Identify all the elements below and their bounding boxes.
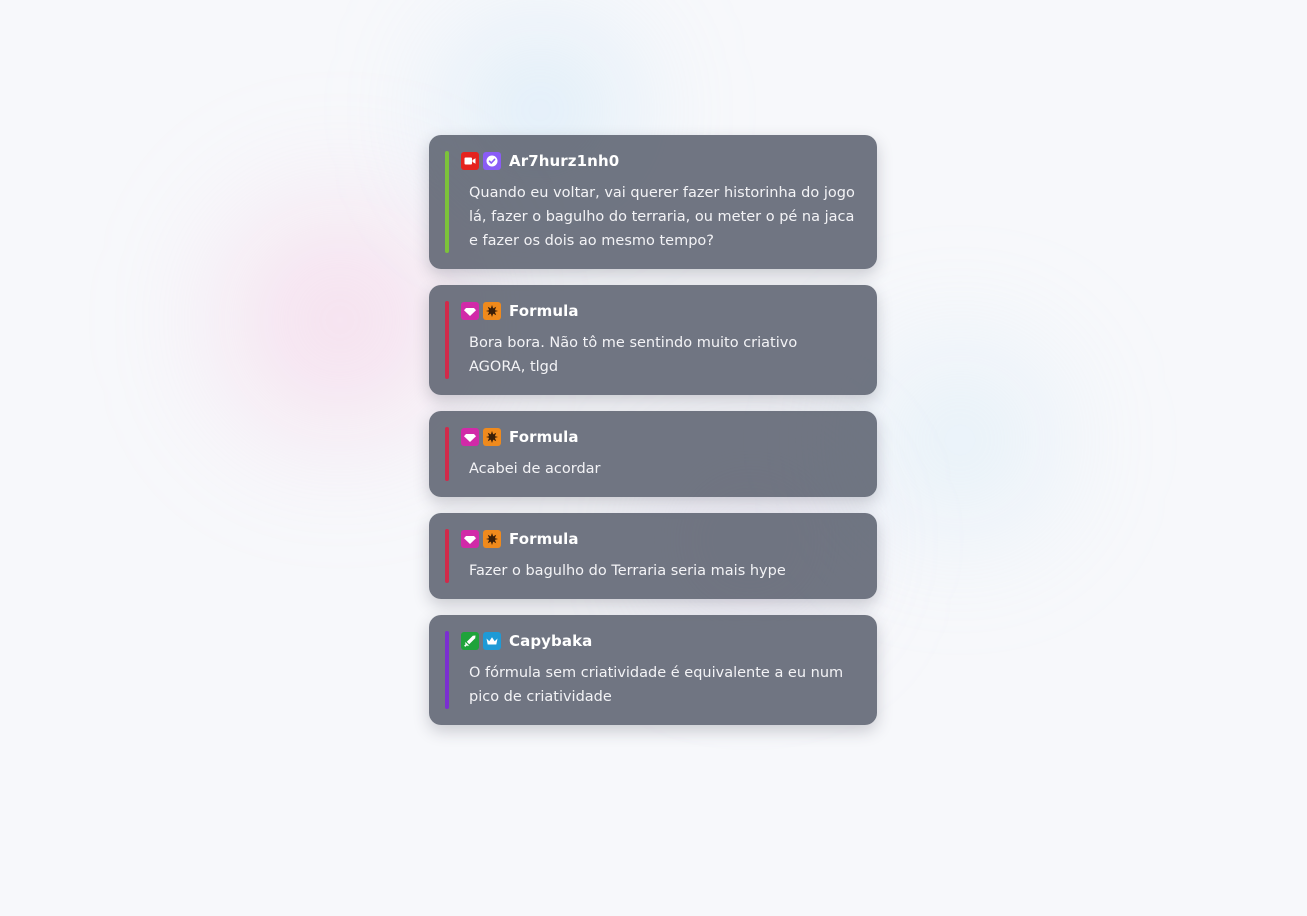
gem-icon [461, 530, 479, 548]
message-text: Bora bora. Não tô me sentindo muito cria… [469, 335, 798, 375]
gem-icon [461, 302, 479, 320]
message-accent-bar [445, 151, 449, 253]
chat-message-list: Ar7hurz1nh0 Quando eu voltar, vai querer… [429, 135, 877, 741]
burst-icon [483, 428, 501, 446]
chat-message: Ar7hurz1nh0 Quando eu voltar, vai querer… [429, 135, 877, 269]
chat-message: Formula Bora bora. Não tô me sentindo mu… [429, 285, 877, 395]
burst-icon [483, 302, 501, 320]
message-text: O fórmula sem criatividade é equivalente… [469, 665, 844, 705]
message-header: Ar7hurz1nh0 [461, 151, 855, 171]
chat-message: Formula Acabei de acordar [429, 411, 877, 497]
message-text: Acabei de acordar [469, 461, 601, 477]
message-accent-bar [445, 631, 449, 709]
message-username[interactable]: Formula [509, 530, 579, 548]
chat-message: Capybaka O fórmula sem criatividade é eq… [429, 615, 877, 725]
message-username[interactable]: Formula [509, 428, 579, 446]
camera-icon [461, 152, 479, 170]
verified-icon [483, 152, 501, 170]
gem-icon [461, 428, 479, 446]
message-accent-bar [445, 427, 449, 481]
message-text: Quando eu voltar, vai querer fazer histo… [469, 185, 855, 249]
message-username[interactable]: Formula [509, 302, 579, 320]
message-accent-bar [445, 301, 449, 379]
message-header: Capybaka [461, 631, 855, 651]
crown-icon [483, 632, 501, 650]
message-text: Fazer o bagulho do Terraria seria mais h… [469, 563, 786, 579]
message-header: Formula [461, 427, 855, 447]
chat-message: Formula Fazer o bagulho do Terraria seri… [429, 513, 877, 599]
message-username[interactable]: Capybaka [509, 632, 592, 650]
message-username[interactable]: Ar7hurz1nh0 [509, 152, 619, 170]
sword-icon [461, 632, 479, 650]
message-header: Formula [461, 301, 855, 321]
message-header: Formula [461, 529, 855, 549]
burst-icon [483, 530, 501, 548]
message-accent-bar [445, 529, 449, 583]
